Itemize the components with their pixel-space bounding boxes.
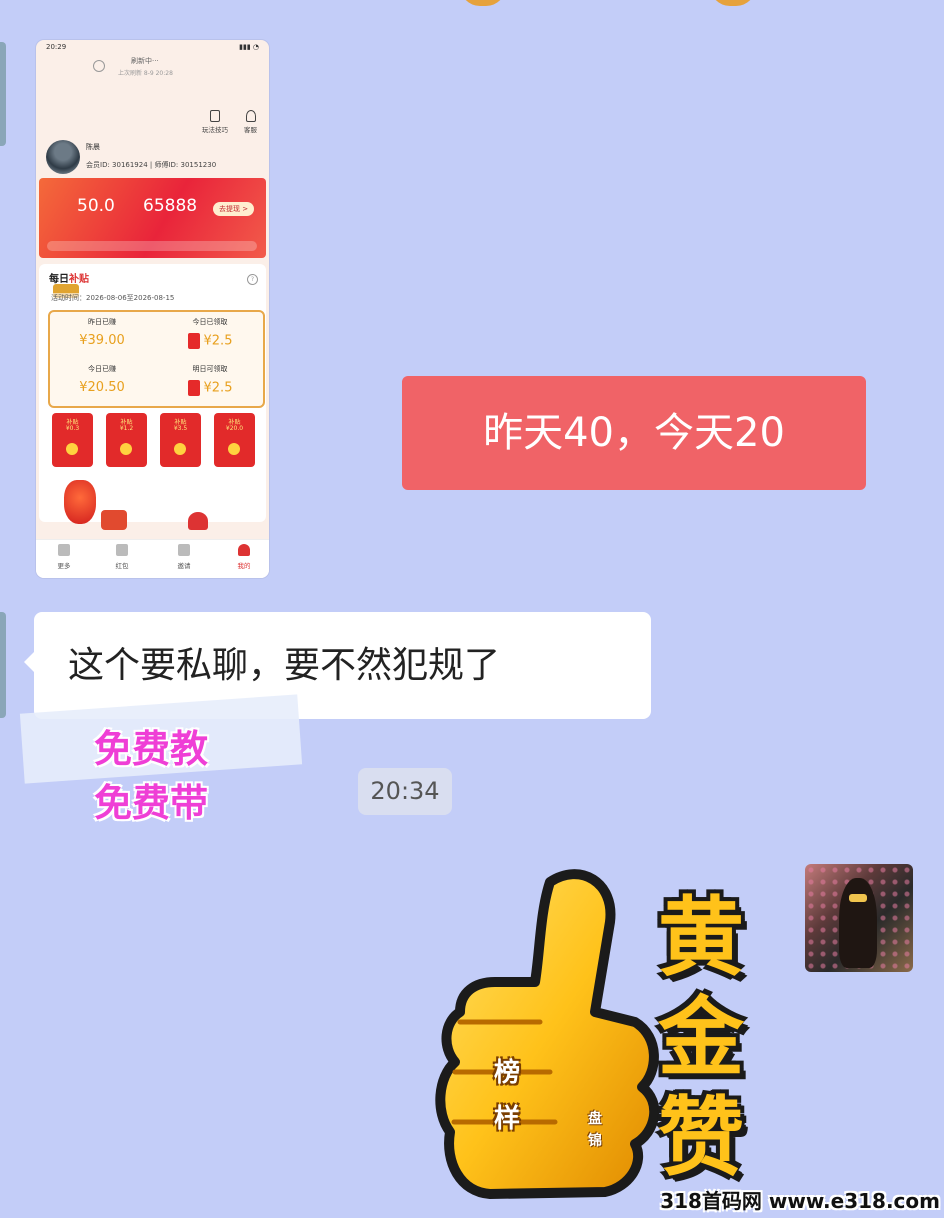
free-lead-text: 免费带	[94, 781, 209, 825]
avatar[interactable]	[805, 864, 913, 972]
avatar-hairclip	[849, 894, 867, 902]
subsidy-row: 补贴 ¥0.3 补贴 ¥1.2 补贴 ¥3.5 补贴 ¥20.0	[52, 413, 262, 485]
user-ids: 会员ID: 30161924 | 师傅ID: 30151230	[86, 161, 217, 169]
coin-icon	[228, 443, 240, 455]
bottom-nav: 更多 红包 邀请 我的	[36, 539, 269, 578]
red-envelope-icon	[187, 380, 200, 396]
stat-value: ¥2.5	[203, 333, 233, 349]
sticker-message[interactable]: 榜 样 盘 锦 黄 金 赞	[430, 862, 770, 1202]
message-bubble-received[interactable]: 这个要私聊，要不然犯规了	[24, 612, 651, 719]
refresh-icon	[93, 60, 105, 72]
subsidy-tile: 补贴 ¥1.2	[106, 413, 147, 467]
sticker-fragment	[710, 0, 756, 6]
service-label: 客服	[244, 126, 257, 134]
coin-icon	[174, 443, 186, 455]
avatar[interactable]	[0, 42, 6, 146]
nav-label: 我的	[237, 562, 251, 570]
daily-title: 每日补贴	[49, 270, 89, 285]
subsidy-amount: ¥20.0	[225, 425, 244, 432]
stat-cell: 今日已赚 ¥20.50	[52, 364, 152, 395]
balance-banner: 50.0 65888 去提现 >	[39, 178, 266, 258]
watermark: 318首码网 www.e318.com	[660, 1189, 940, 1213]
stat-cell: 明日可领取 ¥2.5	[160, 364, 260, 396]
envelope-icon	[116, 544, 128, 556]
nav-label: 红包	[115, 562, 129, 570]
user-icon	[238, 544, 250, 556]
nav-item-invite: 邀请	[164, 544, 204, 570]
red-envelope-icon	[187, 333, 200, 349]
coin-icon	[120, 443, 132, 455]
stat-value: ¥20.50	[79, 380, 125, 395]
stat-label: 明日可领取	[192, 365, 228, 373]
message-bubble-sent[interactable]: 昨天40，今天20	[402, 376, 866, 490]
stat-cell: 今日已领取 ¥2.5	[160, 317, 260, 349]
refresh-text: 刷新中···	[131, 57, 159, 65]
balance-value: 50.0	[77, 196, 115, 216]
thumbs-up-icon	[435, 869, 660, 1199]
activity-period: 活动时间：2026-08-06至2026-08-15	[51, 293, 175, 303]
thumb-small-label: 盘	[588, 1111, 602, 1127]
coin-icon	[66, 443, 78, 455]
sticker-char: 金	[658, 988, 744, 1088]
signal-icon: ▮▮▮ ◔	[239, 43, 259, 51]
withdraw-button: 去提现 >	[213, 202, 255, 216]
stat-label: 昨日已赚	[88, 318, 116, 326]
subsidy-amount: ¥3.5	[173, 425, 188, 432]
avatar-hair	[839, 878, 877, 968]
tips-label: 玩法技巧	[202, 126, 228, 134]
last-refresh-text: 上次刷新 8-9 20:28	[118, 70, 173, 77]
stat-cell: 昨日已赚 ¥39.00	[52, 317, 152, 348]
lucky-bag-icon	[64, 480, 96, 524]
user-avatar	[46, 140, 80, 174]
stat-label: 今日已赚	[88, 365, 116, 373]
service-button: 客服	[244, 110, 257, 134]
subsidy-tile: 补贴 ¥0.3	[52, 413, 93, 467]
avatar[interactable]	[0, 612, 6, 718]
status-time: 20:29	[46, 43, 67, 51]
user-name: 陈晨	[86, 143, 100, 151]
sticker-fragment	[460, 0, 506, 6]
nav-item-redpacket: 红包	[102, 544, 142, 570]
sticker-char: 黄	[658, 888, 744, 988]
nav-label: 更多	[57, 562, 71, 570]
free-banner: 免费教 免费带	[94, 722, 208, 830]
tips-button: 玩法技巧	[202, 110, 228, 134]
subsidy-amount: ¥0.3	[65, 425, 80, 432]
nav-item-mine: 我的	[224, 544, 264, 570]
stat-value: ¥2.5	[203, 380, 233, 396]
thumb-label: 样	[494, 1104, 521, 1134]
subsidy-tile: 补贴 ¥20.0	[214, 413, 255, 467]
help-icon: ?	[247, 274, 258, 285]
user-float-icon	[188, 512, 208, 530]
image-message[interactable]: 20:29 ▮▮▮ ◔ 刷新中··· 上次刷新 8-9 20:28 玩法技巧 客…	[36, 40, 269, 578]
stat-value: ¥39.00	[79, 333, 125, 348]
message-timestamp: 20:34	[358, 768, 452, 815]
subsidy-amount: ¥1.2	[119, 425, 134, 432]
sticker-char: 赞	[658, 1088, 744, 1188]
subsidy-tile: 补贴 ¥3.5	[160, 413, 201, 467]
notice-marquee	[47, 241, 257, 251]
phone-icon	[210, 110, 220, 122]
grid-icon	[58, 544, 70, 556]
status-bar: 20:29 ▮▮▮ ◔	[36, 40, 269, 54]
earnings-grid: 昨日已赚 ¥39.00 今日已领取 ¥2.5 今日已赚 ¥20.50 明日可领取 ¥2.…	[48, 310, 265, 408]
coin-value: 65888	[143, 196, 198, 216]
home-float-icon	[101, 510, 127, 530]
thumb-label: 榜	[494, 1058, 521, 1088]
stat-label: 今日已领取	[192, 318, 228, 326]
headset-icon	[245, 110, 256, 122]
thumb-small-label: 锦	[588, 1133, 602, 1149]
nav-item-more: 更多	[44, 544, 84, 570]
invite-icon	[178, 544, 190, 556]
nav-label: 邀请	[177, 562, 191, 570]
free-teach-text: 免费教	[94, 727, 209, 771]
